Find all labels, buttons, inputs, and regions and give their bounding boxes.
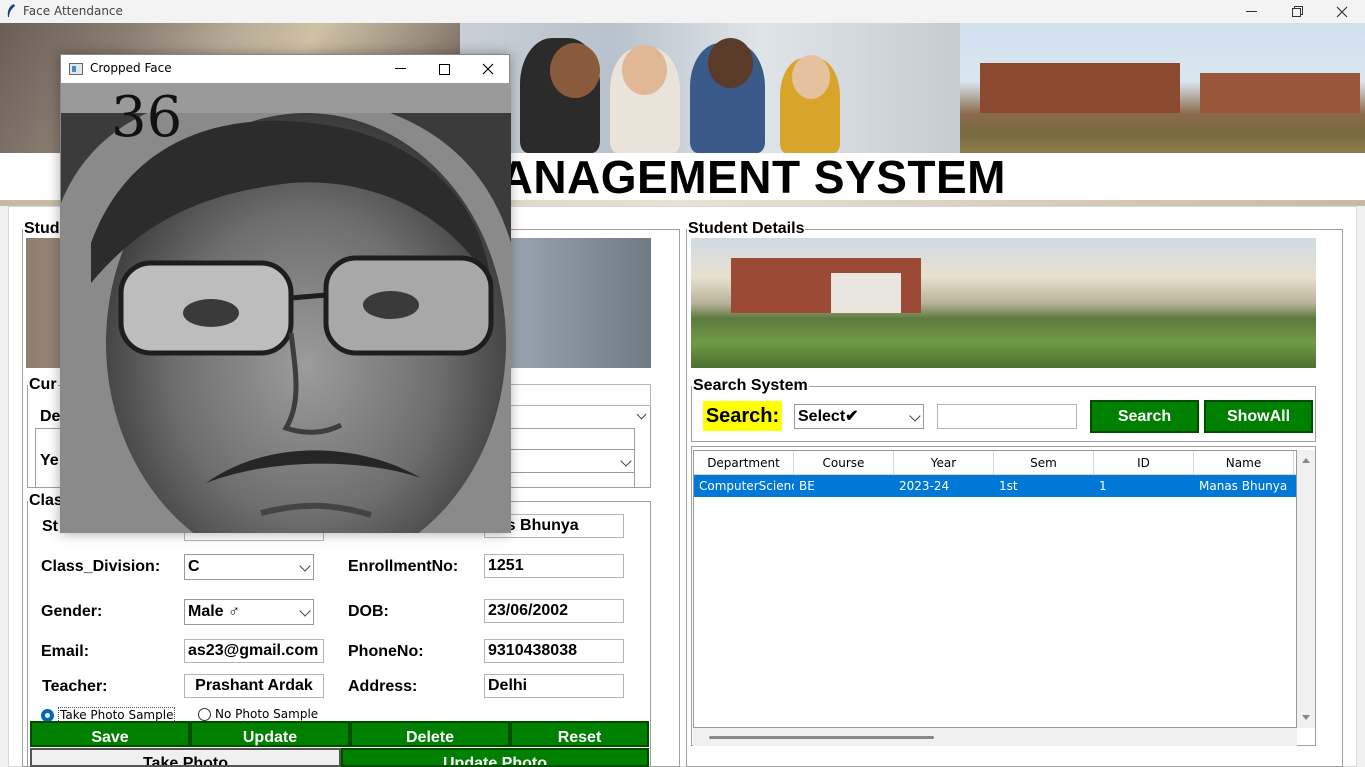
teacher-field[interactable]: Prashant Ardak — [184, 674, 324, 698]
teacher-label: Teacher: — [42, 678, 108, 695]
title-bar: Face Attendance — [0, 0, 1365, 23]
search-by-combo[interactable]: Select✔ — [794, 404, 924, 429]
search-button[interactable]: Search — [1090, 400, 1199, 433]
face-close-button[interactable] — [467, 55, 509, 83]
address-field[interactable]: Delhi — [484, 674, 624, 698]
campus-image — [691, 238, 1316, 368]
face-maximize-button[interactable] — [423, 55, 465, 83]
no-photo-radio[interactable]: No Photo Sample — [198, 707, 318, 721]
update-photo-button[interactable]: Update Photo — [341, 748, 649, 767]
column-header[interactable]: Course — [794, 451, 894, 474]
scroll-down-icon — [1302, 715, 1310, 720]
table-cell: Manas Bhunya — [1199, 479, 1288, 493]
chevron-down-icon — [299, 560, 311, 572]
chevron-down-icon — [620, 455, 632, 467]
horizontal-scrollbar[interactable] — [693, 728, 1297, 746]
student-details-legend: Student Details — [688, 220, 805, 237]
banner-image-campus — [960, 23, 1365, 153]
cropped-face-title: Cropped Face — [90, 61, 172, 75]
gender-label: Gender: — [41, 603, 103, 620]
chevron-down-icon — [909, 410, 921, 422]
class-student-legend: Clas — [29, 492, 63, 509]
email-field[interactable]: as23@gmail.com — [184, 639, 324, 663]
year-label: Ye — [40, 452, 59, 469]
student-table[interactable]: Department Course Year Sem ID Name ComputerSc… — [693, 450, 1297, 728]
save-button[interactable]: Save — [30, 721, 190, 747]
confidence-label: 36 — [111, 85, 183, 150]
year-combo[interactable] — [505, 449, 635, 473]
search-system-legend: Search System — [693, 377, 808, 394]
chevron-down-icon — [299, 605, 311, 617]
reset-button[interactable]: Reset — [510, 721, 649, 747]
update-button[interactable]: Update — [190, 721, 350, 747]
face-photo — [61, 83, 511, 533]
student-id-label: St — [42, 518, 58, 535]
dob-field[interactable]: 23/06/2002 — [484, 599, 624, 623]
phone-label: PhoneNo: — [348, 643, 424, 660]
phone-field[interactable]: 9310438038 — [484, 639, 624, 663]
app-window: Face Attendance ENT MANAGEMENT SYSTEM St… — [0, 0, 1365, 767]
table-row[interactable]: ComputerScience BE 2023-24 1st 1 Manas Bhunya — [694, 475, 1296, 497]
showall-button[interactable]: ShowAll — [1204, 400, 1313, 433]
horizontal-scroll-thumb[interactable] — [709, 736, 934, 739]
close-icon — [1336, 6, 1348, 17]
email-label: Email: — [41, 643, 90, 660]
face-minimize-button[interactable] — [379, 55, 421, 83]
radio-selected-icon — [41, 708, 54, 722]
table-cell: 1st — [999, 479, 1018, 493]
enrollment-field[interactable]: 1251 — [484, 554, 624, 578]
department-label: De — [40, 408, 61, 425]
column-header[interactable]: ID — [1094, 451, 1194, 474]
window-app-icon — [69, 63, 83, 75]
column-header[interactable]: Department — [694, 451, 794, 474]
left-frame-legend: Stud — [24, 220, 60, 237]
department-combo-partial[interactable] — [505, 406, 651, 428]
gender-value: Male ♂ — [188, 603, 241, 620]
gender-combo[interactable]: Male ♂ — [184, 599, 314, 625]
table-header: Department Course Year Sem ID Name — [694, 451, 1296, 475]
maximize-icon — [438, 63, 450, 75]
feather-icon — [7, 4, 15, 17]
current-course-legend: Cur — [29, 376, 57, 393]
table-body: ComputerScience BE 2023-24 1st 1 Manas Bhunya — [694, 475, 1296, 497]
address-label: Address: — [348, 678, 418, 695]
search-label: Search: — [703, 401, 782, 431]
class-division-label: Class_Division: — [41, 558, 161, 575]
vertical-scrollbar[interactable] — [1297, 450, 1315, 728]
column-header[interactable]: Name — [1194, 451, 1294, 474]
no-photo-radio-label: No Photo Sample — [215, 707, 319, 721]
restore-icon — [1291, 6, 1303, 17]
window-title: Face Attendance — [23, 4, 123, 18]
cropped-face-titlebar: Cropped Face — [61, 55, 509, 83]
search-by-value: Select✔ — [798, 408, 859, 425]
take-photo-button[interactable]: Take Photo — [30, 748, 341, 767]
column-header[interactable]: Sem — [994, 451, 1094, 474]
enrollment-label: EnrollmentNo: — [348, 558, 459, 575]
cropped-face-image: 36 — [61, 83, 511, 533]
banner-image-students — [460, 23, 960, 153]
close-icon — [482, 63, 494, 75]
course-field-partial[interactable] — [505, 384, 651, 406]
dob-label: DOB: — [348, 603, 389, 620]
minimize-button[interactable] — [1228, 0, 1274, 23]
minimize-icon — [394, 68, 406, 69]
scroll-up-icon — [1302, 458, 1310, 463]
radio-unselected-icon — [198, 707, 211, 721]
class-division-combo[interactable]: C — [184, 554, 314, 580]
class-division-value: C — [188, 558, 200, 575]
close-button[interactable] — [1319, 0, 1365, 23]
minimize-icon — [1245, 10, 1257, 12]
search-input[interactable] — [937, 404, 1077, 429]
table-cell: 2023-24 — [899, 479, 950, 493]
cropped-face-window: Cropped Face 36 — [60, 54, 511, 533]
column-header[interactable]: Year — [894, 451, 994, 474]
table-cell: BE — [799, 479, 815, 493]
delete-button[interactable]: Delete — [350, 721, 510, 747]
table-cell: 1 — [1099, 479, 1107, 493]
restore-button[interactable] — [1274, 0, 1320, 23]
chevron-down-icon — [636, 409, 647, 420]
table-cell: ComputerScience — [699, 479, 794, 493]
